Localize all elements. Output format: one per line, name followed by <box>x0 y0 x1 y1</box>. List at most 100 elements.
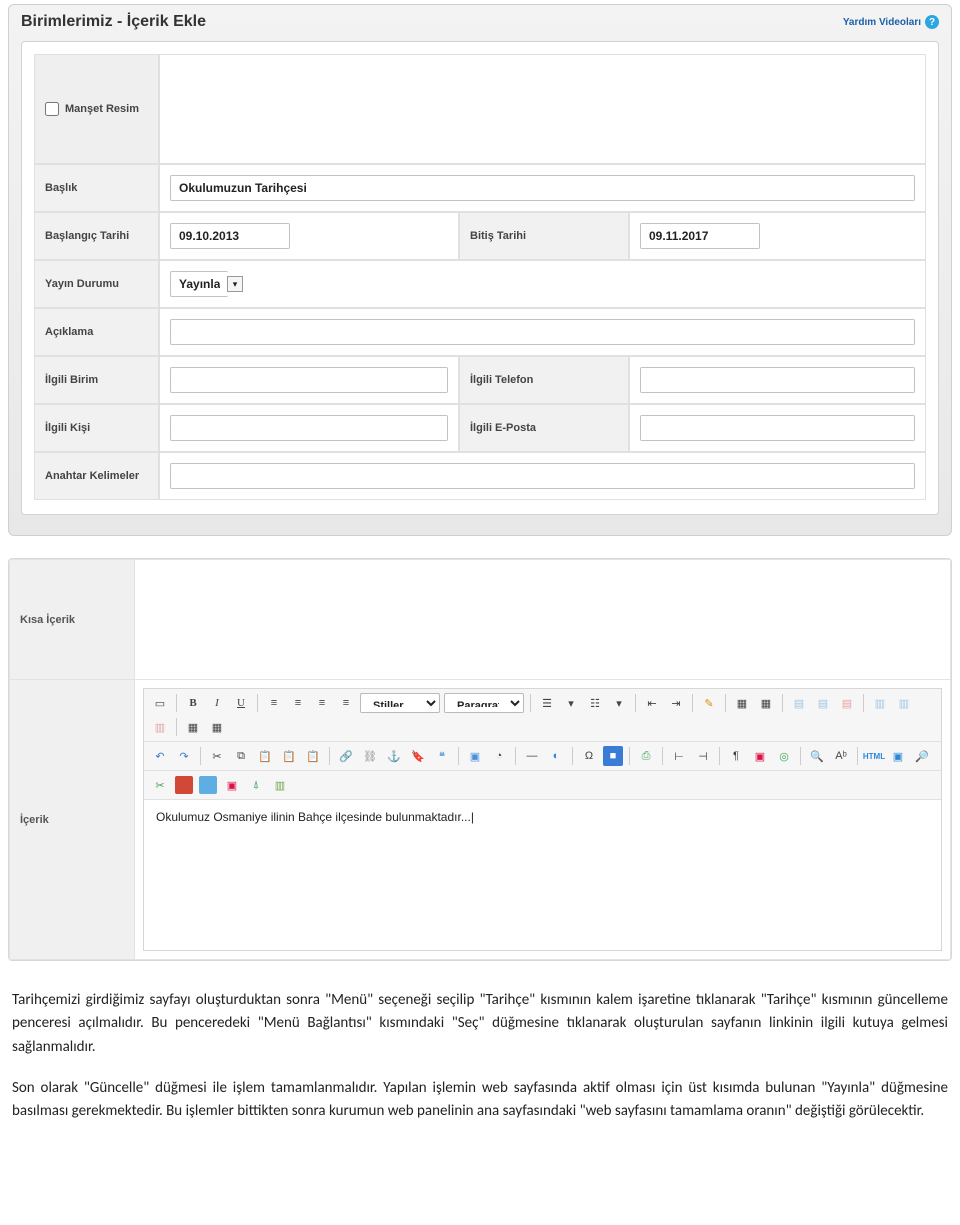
copy-icon[interactable]: ⧉ <box>231 746 251 766</box>
page-title: Birimlerimiz - İçerik Ekle <box>21 13 206 31</box>
pilcrow-icon[interactable]: ¶ <box>726 746 746 766</box>
manset-image-area[interactable] <box>159 54 926 164</box>
paste-text-icon[interactable]: 📋 <box>279 746 299 766</box>
kisi-input[interactable] <box>170 415 448 441</box>
baslik-label: Başlık <box>34 164 159 212</box>
new-doc-icon[interactable]: ▭ <box>150 693 170 713</box>
align-justify-icon[interactable]: ≡ <box>336 693 356 713</box>
row-before-icon[interactable]: ▤ <box>789 693 809 713</box>
end-date-input[interactable] <box>640 223 760 249</box>
table2-icon[interactable]: ▦ <box>756 693 776 713</box>
yayin-select-wrap[interactable]: ▾ <box>170 271 243 297</box>
kisa-icerik-area[interactable] <box>135 560 951 680</box>
paste-icon[interactable]: 📋 <box>255 746 275 766</box>
yayin-select[interactable] <box>170 271 228 297</box>
editor-content-area[interactable]: Okulumuz Osmaniye ilinin Bahçe ilçesinde… <box>144 800 941 950</box>
merge-cells-icon[interactable]: ▦ <box>183 717 203 737</box>
col-before-icon[interactable]: ▥ <box>870 693 890 713</box>
zoom-icon[interactable]: 🔎 <box>912 746 932 766</box>
save-icon[interactable]: ▥ <box>270 775 290 795</box>
eraser-icon[interactable]: ◐ <box>546 746 566 766</box>
rich-text-editor: ▭ B I U ≡ ≡ ≡ ≡ Stiller Paragraf ☰ <box>143 688 942 951</box>
link-icon[interactable]: 🔗 <box>336 746 356 766</box>
content-body-section: Kısa İçerik İçerik ▭ B I U ≡ ≡ <box>8 558 952 961</box>
ltr-icon[interactable]: ⊢ <box>669 746 689 766</box>
list-menu-icon[interactable]: ▾ <box>561 693 581 713</box>
row-delete-icon[interactable]: ▤ <box>837 693 857 713</box>
eposta-input[interactable] <box>640 415 915 441</box>
table-icon[interactable]: ▦ <box>732 693 752 713</box>
eposta-label: İlgili E-Posta <box>459 404 629 452</box>
list-menu2-icon[interactable]: ▾ <box>609 693 629 713</box>
telefon-input[interactable] <box>640 367 915 393</box>
start-date-label: Başlangıç Tarihi <box>34 212 159 260</box>
world-icon[interactable]: ◎ <box>774 746 794 766</box>
color-icon[interactable]: ■ <box>603 746 623 766</box>
help-videos-label: Yardım Videoları <box>843 17 921 28</box>
kisi-label: İlgili Kişi <box>34 404 159 452</box>
col-delete-icon[interactable]: ▥ <box>150 717 170 737</box>
insert-image-icon[interactable] <box>174 775 194 795</box>
quote-icon[interactable]: ❝ <box>432 746 452 766</box>
styles-select[interactable]: Stiller <box>360 693 440 713</box>
clock-icon[interactable]: ◔ <box>489 746 509 766</box>
redo-icon[interactable]: ↷ <box>174 746 194 766</box>
anchor-icon[interactable]: ⚓ <box>384 746 404 766</box>
manset-label-cell: Manşet Resim <box>34 54 159 164</box>
editor-toolbar-row1: ▭ B I U ≡ ≡ ≡ ≡ Stiller Paragraf ☰ <box>144 689 941 742</box>
icerik-label: İçerik <box>10 680 135 960</box>
end-date-label: Bitiş Tarihi <box>459 212 629 260</box>
italic-icon[interactable]: I <box>207 693 227 713</box>
align-center-icon[interactable]: ≡ <box>288 693 308 713</box>
print-icon[interactable]: ⎙ <box>636 746 656 766</box>
col-after-icon[interactable]: ▥ <box>894 693 914 713</box>
insert-object-icon[interactable]: ▣ <box>222 775 242 795</box>
insert-media-icon[interactable] <box>198 775 218 795</box>
underline-icon[interactable]: U <box>231 693 251 713</box>
tree-icon[interactable]: ⍋ <box>246 775 266 795</box>
aciklama-input[interactable] <box>170 319 915 345</box>
instruction-paragraph-1: Tarihçemizi girdiğimiz sayfayı oluşturdu… <box>12 989 948 1059</box>
bold-icon[interactable]: B <box>183 693 203 713</box>
manset-checkbox[interactable] <box>45 102 59 116</box>
html-source-button[interactable]: HTML <box>864 746 884 766</box>
birim-input[interactable] <box>170 367 448 393</box>
align-left-icon[interactable]: ≡ <box>264 693 284 713</box>
panel-header: Birimlerimiz - İçerik Ekle Yardım Videol… <box>9 5 951 41</box>
video-icon[interactable]: ▣ <box>465 746 485 766</box>
start-date-input[interactable] <box>170 223 290 249</box>
paste-word-icon[interactable]: 📋 <box>303 746 323 766</box>
symbol-icon[interactable]: Ω <box>579 746 599 766</box>
unlink-icon[interactable]: ⛓ <box>360 746 380 766</box>
anahtar-label: Anahtar Kelimeler <box>34 452 159 500</box>
replace-icon[interactable]: Aᵇ <box>831 746 851 766</box>
bullet-list-icon[interactable]: ☰ <box>537 693 557 713</box>
baslik-input[interactable] <box>170 175 915 201</box>
fullscreen-icon[interactable]: ▣ <box>888 746 908 766</box>
format-select[interactable]: Paragraf <box>444 693 524 713</box>
image-icon[interactable]: ▣ <box>750 746 770 766</box>
cut-icon[interactable]: ✂ <box>207 746 227 766</box>
row-after-icon[interactable]: ▤ <box>813 693 833 713</box>
align-right-icon[interactable]: ≡ <box>312 693 332 713</box>
hr-icon[interactable]: — <box>522 746 542 766</box>
kisa-icerik-label: Kısa İçerik <box>10 560 135 680</box>
rtl-icon[interactable]: ⊣ <box>693 746 713 766</box>
manset-checkbox-row[interactable]: Manşet Resim <box>45 102 148 116</box>
help-videos-link[interactable]: Yardım Videoları ? <box>843 15 939 29</box>
editor-toolbar-row2: ↶ ↷ ✂ ⧉ 📋 📋 📋 🔗 ⛓ ⚓ 🔖 ❝ <box>144 742 941 771</box>
indent-icon[interactable]: ⇥ <box>666 693 686 713</box>
help-icon: ? <box>925 15 939 29</box>
attach-icon[interactable]: ✂ <box>150 775 170 795</box>
find-icon[interactable]: 🔍 <box>807 746 827 766</box>
numbered-list-icon[interactable]: ☷ <box>585 693 605 713</box>
edit-icon[interactable]: ✎ <box>699 693 719 713</box>
chevron-down-icon[interactable]: ▾ <box>227 276 243 292</box>
split-cells-icon[interactable]: ▦ <box>207 717 227 737</box>
anahtar-input[interactable] <box>170 463 915 489</box>
instruction-text: Tarihçemizi girdiğimiz sayfayı oluşturdu… <box>12 989 948 1123</box>
undo-icon[interactable]: ↶ <box>150 746 170 766</box>
outdent-icon[interactable]: ⇤ <box>642 693 662 713</box>
editor-toolbar-row3: ✂ ▣ ⍋ ▥ <box>144 771 941 800</box>
tag-icon[interactable]: 🔖 <box>408 746 428 766</box>
